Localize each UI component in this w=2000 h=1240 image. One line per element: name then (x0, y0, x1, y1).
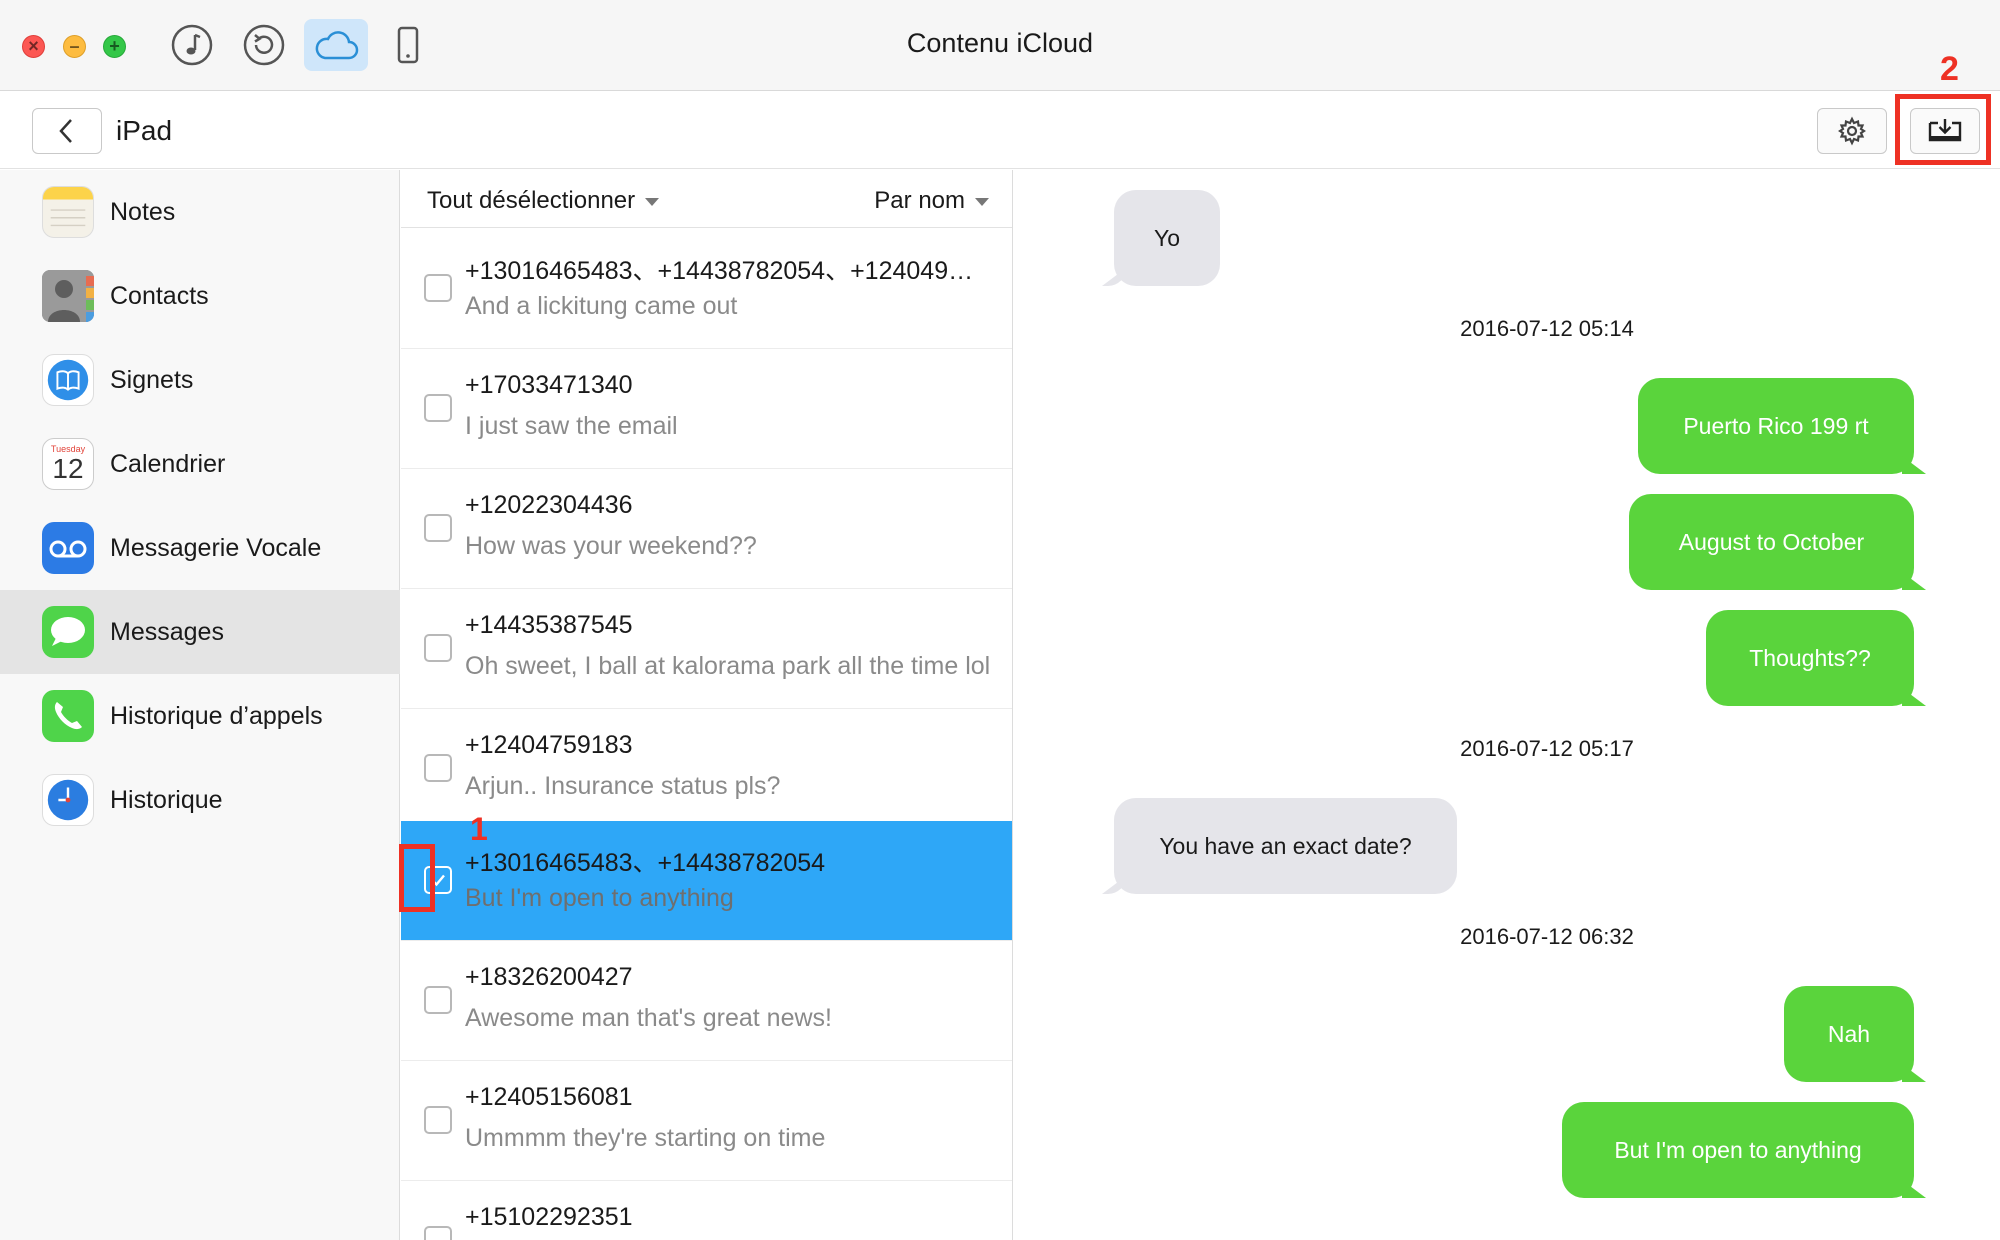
contacts-icon (42, 270, 94, 322)
message-timestamp: 2016-07-12 06:32 (1460, 924, 1634, 949)
conversation-preview: I just saw the email (465, 412, 678, 440)
list-item-selected[interactable]: +13016465483、+14438782054 But I'm open t… (401, 821, 1012, 941)
conversation-title: +12022304436 (465, 491, 633, 519)
deselect-all-label: Tout désélectionner (427, 187, 636, 214)
sidebar-label-contacts: Contacts (110, 281, 209, 310)
calendar-icon: Tuesday 12 (42, 438, 94, 490)
message-thread: Yo 2016-07-12 05:14 Puerto Rico 199 rt A… (1014, 170, 2000, 1240)
sidebar-item-history[interactable]: Historique (0, 758, 400, 842)
outgoing-message: Puerto Rico 199 rt (1638, 378, 1914, 474)
conversation-preview: Oh sweet, I ball at kalorama park all th… (465, 652, 991, 680)
sidebar-label-call-history: Historique d’appels (110, 701, 323, 730)
conversation-list: Tout désélectionner Par nom +13016465483… (401, 170, 1013, 1240)
message-timestamp: 2016-07-12 05:14 (1460, 316, 1634, 341)
list-item[interactable]: +13016465483、+14438782054、+124049… And a… (401, 229, 1012, 349)
conversation-preview: And a lickitung came out (465, 292, 738, 320)
calendar-icon-day: 12 (52, 453, 84, 484)
sidebar-item-bookmarks[interactable]: Signets (0, 338, 400, 422)
list-item[interactable]: +17033471340 I just saw the email (401, 349, 1012, 469)
sidebar-item-calendar[interactable]: Tuesday 12 Calendrier (0, 422, 400, 506)
sidebar-item-messages[interactable]: Messages (0, 590, 400, 674)
outgoing-message: Thoughts?? (1706, 610, 1914, 706)
conversation-title: +13016465483、+14438782054、+124049… (465, 257, 974, 285)
row-checkbox[interactable] (424, 514, 452, 542)
gear-icon (1838, 116, 1866, 146)
settings-button[interactable] (1817, 108, 1887, 154)
conversation-preview: Ummmm they're starting on time (465, 1124, 826, 1152)
row-checkbox[interactable] (424, 1106, 452, 1134)
incoming-message: Yo (1114, 190, 1220, 286)
sidebar-label-notes: Notes (110, 197, 176, 226)
conversation-title: +15102292351 (465, 1203, 633, 1231)
messages-icon (42, 606, 94, 658)
chevron-down-icon (645, 197, 660, 206)
sidebar-item-contacts[interactable]: Contacts (0, 254, 400, 338)
chevron-left-icon (59, 119, 72, 143)
device-name: iPad (116, 115, 173, 146)
sidebar-label-history: Historique (110, 785, 223, 814)
conversation-preview: Arjun.. Insurance status pls? (465, 772, 781, 800)
bookmarks-icon (42, 354, 94, 406)
window-title: Contenu iCloud (906, 28, 1094, 58)
row-checkbox[interactable] (424, 1226, 452, 1240)
phone-call-icon (42, 690, 94, 742)
message-timestamp: 2016-07-12 05:17 (1460, 736, 1634, 761)
content-toolbar: iPad (0, 91, 2000, 169)
row-checkbox[interactable] (424, 754, 452, 782)
outgoing-message: Nah (1784, 986, 1914, 1082)
outgoing-message: August to October (1629, 494, 1914, 590)
chevron-down-icon (975, 197, 989, 206)
conversation-preview: But I'm open to anything (465, 884, 734, 912)
list-item[interactable]: +12404759183 Arjun.. Insurance status pl… (401, 709, 1012, 829)
list-item[interactable]: +12405156081 Ummmm they're starting on t… (401, 1061, 1012, 1181)
title-bar: × – + Contenu iCloud (0, 0, 2000, 91)
conversation-title: +12404759183 (465, 731, 633, 759)
annotation-number-1: 1 (470, 811, 488, 847)
sort-label: Par nom (874, 187, 965, 214)
conversation-preview: Awesome man that's great news! (465, 1004, 832, 1032)
outgoing-message: But I'm open to anything (1562, 1102, 1914, 1198)
sidebar-label-bookmarks: Signets (110, 365, 194, 394)
sidebar-label-messages: Messages (110, 617, 224, 646)
row-checkbox[interactable] (424, 274, 452, 302)
clock-icon (42, 774, 94, 826)
sidebar-label-calendar: Calendrier (110, 449, 226, 478)
conversation-preview: How was your weekend?? (465, 532, 757, 560)
annotation-highlight-checkbox (399, 844, 435, 912)
deselect-all-dropdown[interactable]: Tout désélectionner (427, 187, 660, 215)
list-item[interactable]: +12022304436 How was your weekend?? (401, 469, 1012, 589)
list-header: Tout désélectionner Par nom (401, 170, 1012, 228)
sort-dropdown[interactable]: Par nom (874, 187, 989, 215)
annotation-highlight-export (1895, 94, 1991, 165)
row-checkbox[interactable] (424, 394, 452, 422)
annotation-number-2: 2 (1940, 50, 1959, 88)
sidebar-item-voicemail[interactable]: Messagerie Vocale (0, 506, 400, 590)
list-item[interactable]: +18326200427 Awesome man that's great ne… (401, 941, 1012, 1061)
back-button[interactable] (32, 108, 102, 154)
sidebar-item-call-history[interactable]: Historique d’appels (0, 674, 400, 758)
conversation-title: +18326200427 (465, 963, 633, 991)
conversation-title: +17033471340 (465, 371, 633, 399)
row-checkbox[interactable] (424, 634, 452, 662)
conversation-title: +13016465483、+14438782054 (465, 849, 826, 877)
conversation-title: +12405156081 (465, 1083, 633, 1111)
voicemail-icon (42, 522, 94, 574)
list-item[interactable]: +14435387545 Oh sweet, I ball at kaloram… (401, 589, 1012, 709)
row-checkbox[interactable] (424, 986, 452, 1014)
sidebar-item-notes[interactable]: Notes (0, 170, 400, 254)
notes-icon (42, 186, 94, 238)
conversation-title: +14435387545 (465, 611, 633, 639)
list-item[interactable]: +15102292351 (401, 1181, 1012, 1240)
incoming-message: You have an exact date? (1114, 798, 1457, 894)
category-sidebar: Notes Contacts Signets Tuesday 12 Calend… (0, 170, 400, 1240)
sidebar-label-voicemail: Messagerie Vocale (110, 533, 322, 562)
